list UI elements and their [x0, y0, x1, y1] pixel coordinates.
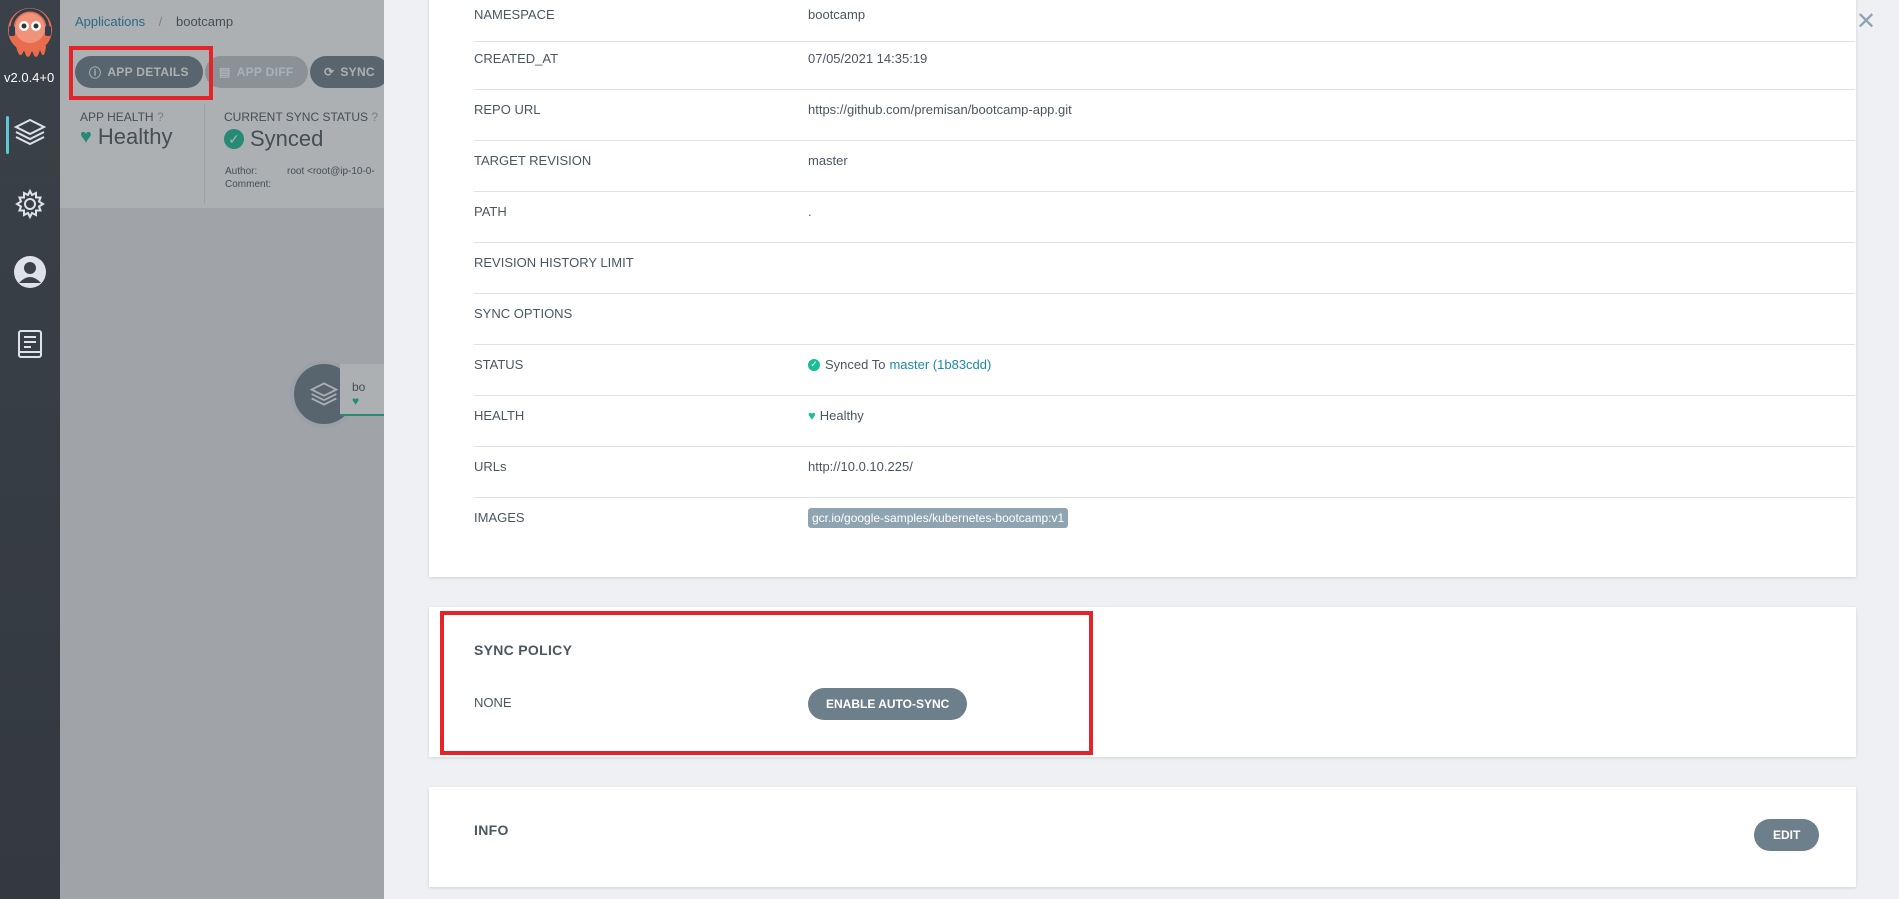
row-key: SYNC OPTIONS	[474, 306, 573, 321]
row-key: PATH	[474, 204, 507, 219]
row-key: HEALTH	[474, 408, 525, 423]
sync-policy-title: SYNC POLICY	[474, 642, 573, 658]
check-circle-icon: ✓	[808, 358, 820, 371]
nav-item-docs[interactable]	[0, 316, 60, 376]
synced-revision-link[interactable]: master (1b83cdd)	[889, 357, 991, 372]
gear-icon	[14, 188, 46, 225]
heart-icon: ♥	[808, 408, 816, 423]
status-value: ✓ Synced To master (1b83cdd)	[808, 357, 991, 372]
close-icon[interactable]: ✕	[1854, 10, 1878, 34]
status-prefix: Synced To	[825, 357, 886, 372]
row-value: bootcamp	[808, 7, 866, 22]
detail-row-revision-history-limit: REVISION HISTORY LIMIT	[474, 242, 1855, 294]
enable-auto-sync-button[interactable]: ENABLE AUTO-SYNC	[808, 688, 968, 720]
detail-row-status: STATUS ✓ Synced To master (1b83cdd)	[474, 344, 1855, 396]
row-value: 07/05/2021 14:35:19	[808, 51, 928, 66]
row-key: URLs	[474, 459, 507, 474]
row-key: TARGET REVISION	[474, 153, 592, 168]
detail-row-path: PATH .	[474, 191, 1855, 243]
row-key: STATUS	[474, 357, 524, 372]
app-page-background: Applications / bootcamp ⓘ APP DETAILS ▤ …	[60, 0, 384, 899]
detail-row-repo-url: REPO URL https://github.com/premisan/boo…	[474, 89, 1855, 141]
version-label: v2.0.4+0	[4, 70, 55, 85]
repo-url-link[interactable]: https://github.com/premisan/bootcamp-app…	[808, 102, 1072, 117]
summary-card: NAMESPACE bootcamp CREATED_AT 07/05/2021…	[429, 0, 1856, 577]
detail-row-images: IMAGES gcr.io/google-samples/kubernetes-…	[474, 497, 1855, 548]
images-value: gcr.io/google-samples/kubernetes-bootcam…	[808, 508, 1069, 528]
left-nav: v2.0.4+0	[0, 0, 60, 899]
row-key: REVISION HISTORY LIMIT	[474, 255, 634, 270]
row-key: CREATED_AT	[474, 51, 559, 66]
detail-row-sync-options: SYNC OPTIONS	[474, 293, 1855, 345]
row-key: IMAGES	[474, 510, 525, 525]
row-key: REPO URL	[474, 102, 541, 117]
detail-row-urls: URLs http://10.0.10.225/	[474, 446, 1855, 498]
info-title: INFO	[474, 822, 509, 838]
sync-policy-card: SYNC POLICY NONE ENABLE AUTO-SYNC	[429, 607, 1856, 757]
row-value: .	[808, 204, 812, 219]
health-value: ♥ Healthy	[808, 408, 864, 423]
info-card: INFO EDIT	[429, 787, 1856, 887]
detail-row-created-at: CREATED_AT 07/05/2021 14:35:19	[474, 38, 1855, 90]
detail-row-target-revision: TARGET REVISION master	[474, 140, 1855, 192]
docs-icon	[17, 329, 43, 364]
page-overlay[interactable]	[60, 0, 384, 899]
nav-item-settings[interactable]	[0, 176, 60, 236]
app-url-link[interactable]: http://10.0.10.225/	[808, 459, 913, 474]
detail-row-health: HEALTH ♥ Healthy	[474, 395, 1855, 447]
health-text: Healthy	[819, 408, 864, 423]
image-tag: gcr.io/google-samples/kubernetes-bootcam…	[808, 508, 1069, 528]
detail-row-namespace: NAMESPACE bootcamp	[474, 0, 1855, 42]
target-revision-link[interactable]: master	[808, 153, 848, 168]
nav-item-user[interactable]	[0, 244, 60, 304]
edit-info-button[interactable]: EDIT	[1754, 819, 1820, 851]
user-icon	[13, 255, 47, 294]
nav-item-applications[interactable]	[0, 104, 60, 164]
app-details-panel: ✕ NAMESPACE bootcamp CREATED_AT 07/05/20…	[384, 0, 1899, 899]
layers-icon	[13, 115, 47, 154]
argo-logo-icon[interactable]	[6, 6, 54, 66]
sync-policy-none-label: NONE	[474, 695, 512, 710]
row-key: NAMESPACE	[474, 7, 555, 22]
